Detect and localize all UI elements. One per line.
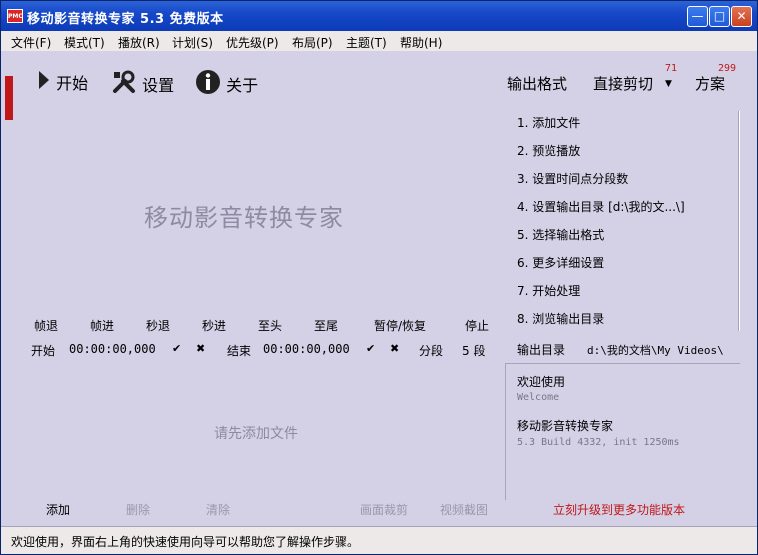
- play-icon: [37, 69, 51, 95]
- step-start-processing[interactable]: 7. 开始处理: [517, 282, 580, 299]
- to-end-button[interactable]: 至尾: [314, 317, 338, 334]
- tools-icon: [111, 69, 137, 99]
- menu-priority[interactable]: 优先级(P): [226, 34, 279, 51]
- menu-help[interactable]: 帮助(H): [400, 34, 442, 51]
- menu-play[interactable]: 播放(R): [118, 34, 160, 51]
- side-marker: [5, 76, 13, 120]
- maximize-button[interactable]: □: [709, 6, 730, 27]
- status-bar: 欢迎使用，界面右上角的快速使用向导可以帮助您了解操作步骤。: [1, 526, 757, 554]
- frame-forward-button[interactable]: 帧进: [90, 317, 114, 334]
- upgrade-link[interactable]: 立刻升级到更多功能版本: [553, 501, 685, 518]
- pause-resume-button[interactable]: 暂停/恢复: [374, 317, 426, 334]
- crop-button[interactable]: 画面裁剪: [360, 501, 408, 518]
- step-detail-settings[interactable]: 6. 更多详细设置: [517, 254, 604, 271]
- confirm-start-icon[interactable]: ✔: [172, 342, 181, 355]
- segment-label: 分段: [419, 344, 444, 358]
- about-button[interactable]: 关于: [195, 69, 258, 99]
- menu-file[interactable]: 文件(F): [11, 34, 51, 51]
- stop-button[interactable]: 停止: [465, 317, 489, 334]
- about-label: 关于: [226, 76, 259, 95]
- menu-schedule[interactable]: 计划(S): [172, 34, 213, 51]
- title-bar[interactable]: PMC 移动影音转换专家 5.3 免费版本 — □ ✕: [1, 1, 757, 31]
- direct-cut-button[interactable]: 直接剪切: [593, 73, 653, 94]
- menu-layout[interactable]: 布局(P): [292, 34, 333, 51]
- step-add-file[interactable]: 1. 添加文件: [517, 114, 580, 131]
- second-forward-button[interactable]: 秒进: [202, 317, 226, 334]
- start-button[interactable]: 开始: [37, 69, 88, 95]
- settings-button[interactable]: 设置: [111, 69, 174, 99]
- delete-button[interactable]: 删除: [126, 501, 150, 518]
- end-time-label: 结束: [227, 344, 252, 358]
- clear-start-icon[interactable]: ✖: [196, 342, 205, 355]
- app-window: PMC 移动影音转换专家 5.3 免费版本 — □ ✕ 文件(F) 模式(T) …: [0, 0, 758, 555]
- product-name: 移动影音转换专家: [517, 419, 614, 433]
- menu-mode[interactable]: 模式(T): [64, 34, 105, 51]
- build-info: 5.3 Build 4332, init 1250ms: [517, 437, 680, 448]
- add-button[interactable]: 添加: [46, 501, 70, 518]
- info-icon: [195, 69, 221, 99]
- step-browse-output[interactable]: 8. 浏览输出目录: [517, 310, 604, 327]
- snapshot-button[interactable]: 视频截图: [440, 501, 488, 518]
- start-time-field[interactable]: 00:00:00,000: [69, 342, 156, 356]
- start-time-label: 开始: [31, 344, 56, 358]
- clear-end-icon[interactable]: ✖: [390, 342, 399, 355]
- app-logo: PMC: [7, 9, 23, 23]
- steps-divider: [739, 111, 740, 331]
- step-set-timepoints[interactable]: 3. 设置时间点分段数: [517, 170, 628, 187]
- main-content: 开始 设置 关于 输出格式 71 直接剪切 ▼ 299 方案 移动影音转换专家 …: [1, 51, 757, 526]
- output-dir-label: 输出目录: [517, 343, 566, 357]
- window-title: 移动影音转换专家 5.3 免费版本: [27, 12, 224, 27]
- chevron-down-icon[interactable]: ▼: [665, 79, 672, 89]
- step-preview[interactable]: 2. 预览播放: [517, 142, 580, 159]
- step-output-dir[interactable]: 4. 设置输出目录 [d:\我的文...\]: [517, 198, 685, 215]
- welcome-subtitle: Welcome: [517, 392, 560, 403]
- menu-theme[interactable]: 主题(T): [346, 34, 387, 51]
- status-text: 欢迎使用，界面右上角的快速使用向导可以帮助您了解操作步骤。: [11, 535, 360, 549]
- output-format-button[interactable]: 输出格式: [507, 73, 567, 94]
- minimize-button[interactable]: —: [687, 6, 708, 27]
- step-output-format[interactable]: 5. 选择输出格式: [517, 226, 604, 243]
- frame-back-button[interactable]: 帧退: [34, 317, 58, 334]
- preview-watermark: 移动影音转换专家: [144, 204, 344, 232]
- clear-button[interactable]: 清除: [206, 501, 230, 518]
- segment-count[interactable]: 5 段: [462, 342, 485, 359]
- output-dir-value[interactable]: d:\我的文档\My Videos\: [587, 342, 724, 358]
- menu-bar: 文件(F) 模式(T) 播放(R) 计划(S) 优先级(P) 布局(P) 主题(…: [1, 31, 757, 52]
- confirm-end-icon[interactable]: ✔: [366, 342, 375, 355]
- start-label: 开始: [56, 74, 89, 93]
- close-button[interactable]: ✕: [731, 6, 752, 27]
- settings-label: 设置: [142, 76, 175, 95]
- to-start-button[interactable]: 至头: [258, 317, 282, 334]
- second-back-button[interactable]: 秒退: [146, 317, 170, 334]
- plan-button[interactable]: 方案: [695, 73, 725, 94]
- direct-cut-count: 71: [665, 63, 678, 74]
- end-time-field[interactable]: 00:00:00,000: [263, 342, 350, 356]
- welcome-title: 欢迎使用: [517, 375, 566, 389]
- add-file-hint: 请先添加文件: [214, 426, 298, 442]
